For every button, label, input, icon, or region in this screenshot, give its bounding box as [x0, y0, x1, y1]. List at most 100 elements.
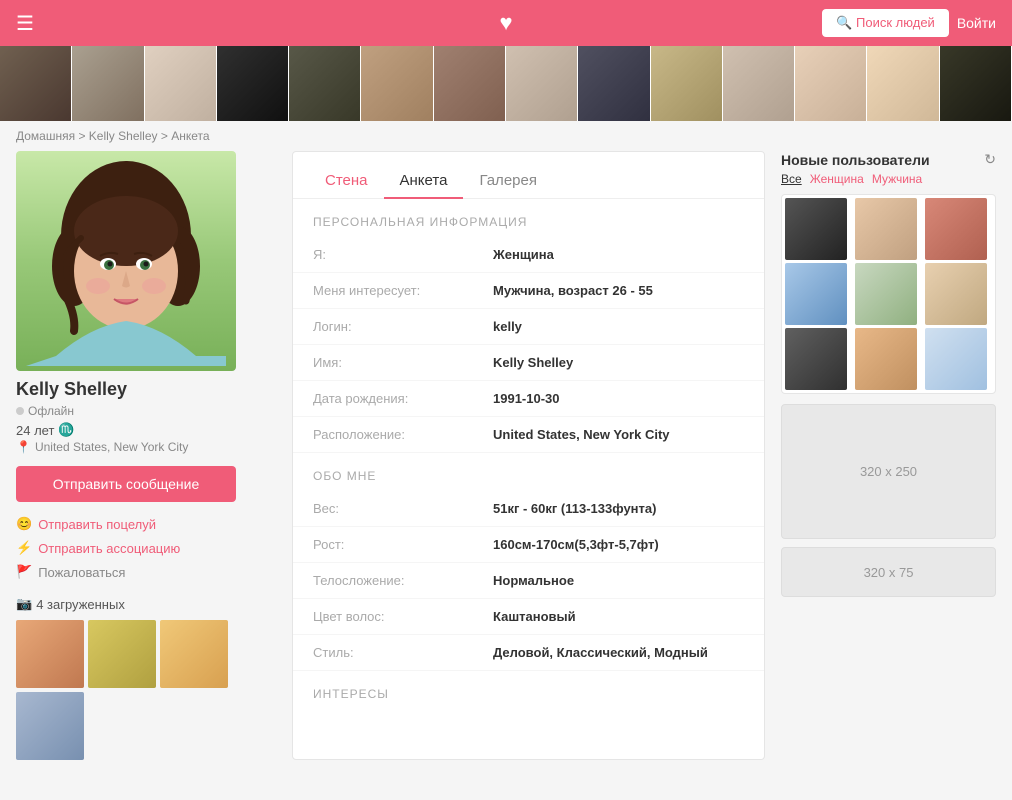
info-row-hair: Цвет волос: Каштановый [293, 599, 764, 635]
photo-strip [0, 46, 1012, 121]
breadcrumb-name[interactable]: Kelly Shelley [89, 129, 158, 143]
header-center: ♥ [499, 10, 512, 36]
label-gender: Я: [313, 247, 493, 262]
photos-grid [16, 620, 276, 760]
label-weight: Вес: [313, 501, 493, 516]
send-kiss-label: Отправить поцелуй [38, 517, 156, 532]
ad-block-250: 320 x 250 [781, 404, 996, 539]
info-row-height: Рост: 160см-170см(5,3фт-5,7фт) [293, 527, 764, 563]
label-interested: Меня интересует: [313, 283, 493, 298]
new-user-1[interactable] [785, 198, 847, 260]
info-row-build: Телосложение: Нормальное [293, 563, 764, 599]
label-location: Расположение: [313, 427, 493, 442]
strip-photo-13 [867, 46, 939, 121]
info-row-gender: Я: Женщина [293, 237, 764, 273]
send-association-link[interactable]: ⚡ Отправить ассоциацию [16, 540, 276, 556]
label-name: Имя: [313, 355, 493, 370]
value-style: Деловой, Классический, Модный [493, 645, 708, 660]
tab-profile[interactable]: Анкета [384, 164, 464, 199]
strip-photo-6 [361, 46, 433, 121]
association-icon: ⚡ [16, 540, 32, 556]
send-association-label: Отправить ассоциацию [38, 541, 180, 556]
search-people-button[interactable]: 🔍 Поиск людей [822, 9, 949, 37]
breadcrumb-sep1: > [78, 129, 88, 143]
interests-section-title: ИНТЕРЕСЫ [293, 671, 764, 709]
new-user-4[interactable] [785, 263, 847, 325]
new-user-5[interactable] [855, 263, 917, 325]
value-name: Kelly Shelley [493, 355, 573, 370]
info-row-location: Расположение: United States, New York Ci… [293, 417, 764, 453]
new-user-3[interactable] [925, 198, 987, 260]
profile-location: 📍 United States, New York City [16, 440, 276, 454]
breadcrumb-page: Анкета [171, 129, 209, 143]
value-interested: Мужчина, возраст 26 - 55 [493, 283, 653, 298]
new-users-title: Новые пользователи [781, 152, 930, 168]
header-left: ☰ [16, 11, 34, 36]
left-column: Kelly Shelley Офлайн 24 лет ♏ 📍 United S… [16, 151, 276, 760]
profile-photo-svg [26, 156, 226, 366]
filter-all[interactable]: Все [781, 172, 802, 186]
location-pin-icon: 📍 [16, 440, 31, 454]
tab-gallery[interactable]: Галерея [463, 164, 553, 199]
new-user-6[interactable] [925, 263, 987, 325]
strip-photo-10 [651, 46, 723, 121]
strip-photo-8 [506, 46, 578, 121]
photo-thumb-1[interactable] [16, 620, 84, 688]
new-user-2[interactable] [855, 198, 917, 260]
label-login: Логин: [313, 319, 493, 334]
heart-logo-icon: ♥ [499, 10, 512, 35]
strip-photo-7 [434, 46, 506, 121]
photos-label: 📷 4 загруженных [16, 596, 276, 612]
report-link[interactable]: 🚩 Пожаловаться [16, 564, 276, 580]
label-hair: Цвет волос: [313, 609, 493, 624]
location-value: United States, New York City [35, 440, 188, 454]
new-user-7[interactable] [785, 328, 847, 390]
header-right: 🔍 Поиск людей Войти [822, 9, 996, 37]
breadcrumb-sep2: > [161, 129, 171, 143]
tab-wall[interactable]: Стена [309, 164, 384, 199]
info-row-interested: Меня интересует: Мужчина, возраст 26 - 5… [293, 273, 764, 309]
profile-photo [16, 151, 236, 371]
new-user-9[interactable] [925, 328, 987, 390]
about-me-section-title: ОБО МНЕ [293, 453, 764, 491]
value-birthdate: 1991-10-30 [493, 391, 560, 406]
strip-photo-11 [723, 46, 795, 121]
ad-250-label: 320 x 250 [860, 464, 917, 479]
profile-status: Офлайн [16, 404, 276, 418]
new-user-8[interactable] [855, 328, 917, 390]
strip-photo-14 [940, 46, 1012, 121]
send-message-button[interactable]: Отправить сообщение [16, 466, 236, 502]
photos-count: 4 загруженных [36, 597, 125, 612]
info-row-style: Стиль: Деловой, Классический, Модный [293, 635, 764, 671]
report-label: Пожаловаться [38, 565, 125, 580]
ad-75-label: 320 x 75 [864, 565, 914, 580]
photo-thumb-4[interactable] [16, 692, 84, 760]
info-row-name: Имя: Kelly Shelley [293, 345, 764, 381]
photo-thumb-3[interactable] [160, 620, 228, 688]
refresh-icon[interactable]: ↻ [984, 151, 996, 168]
label-birthdate: Дата рождения: [313, 391, 493, 406]
menu-icon[interactable]: ☰ [16, 11, 34, 36]
value-build: Нормальное [493, 573, 574, 588]
zodiac-icon: ♏ [58, 422, 74, 438]
filter-female[interactable]: Женщина [810, 172, 864, 186]
strip-photo-1 [0, 46, 72, 121]
info-row-weight: Вес: 51кг - 60кг (113-133фунта) [293, 491, 764, 527]
value-height: 160см-170см(5,3фт-5,7фт) [493, 537, 659, 552]
camera-icon: 📷 [16, 596, 32, 612]
send-kiss-link[interactable]: 😊 Отправить поцелуй [16, 516, 276, 532]
header: ☰ ♥ 🔍 Поиск людей Войти [0, 0, 1012, 46]
profile-photo-bg [16, 151, 236, 371]
strip-photo-4 [217, 46, 289, 121]
photos-section: 📷 4 загруженных [16, 596, 276, 760]
report-icon: 🚩 [16, 564, 32, 580]
right-column: Новые пользователи ↻ Все Женщина Мужчина… [781, 151, 996, 760]
value-weight: 51кг - 60кг (113-133фунта) [493, 501, 656, 516]
label-build: Телосложение: [313, 573, 493, 588]
filter-male[interactable]: Мужчина [872, 172, 922, 186]
strip-photo-9 [578, 46, 650, 121]
login-button[interactable]: Войти [957, 15, 996, 31]
profile-name: Kelly Shelley [16, 379, 276, 400]
breadcrumb-home[interactable]: Домашняя [16, 129, 75, 143]
photo-thumb-2[interactable] [88, 620, 156, 688]
